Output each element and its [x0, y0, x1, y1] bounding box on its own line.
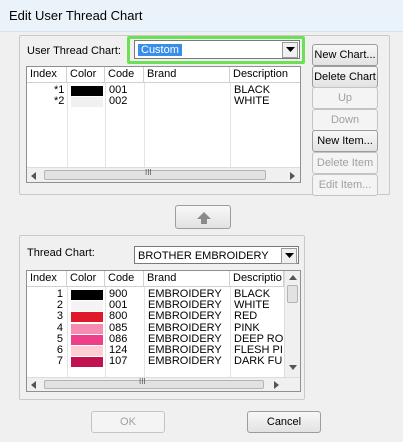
horizontal-scrollbar[interactable]: III	[27, 167, 300, 182]
vertical-scrollbar[interactable]	[284, 271, 300, 377]
column-header-brand[interactable]: Brand	[144, 67, 230, 83]
title-bar: Edit User Thread Chart	[0, 0, 403, 32]
ok-button[interactable]: OK	[91, 411, 165, 433]
down-button[interactable]: Down	[312, 109, 378, 131]
chevron-down-icon[interactable]	[282, 42, 298, 58]
color-swatch	[71, 312, 103, 323]
column-header-description[interactable]: Descriptio	[230, 271, 284, 287]
scroll-grip: III	[145, 168, 152, 177]
color-swatch	[71, 86, 103, 96]
scroll-thumb[interactable]	[287, 285, 298, 303]
scroll-left-icon[interactable]	[31, 381, 36, 389]
scroll-down-icon[interactable]	[289, 365, 297, 370]
scroll-right-icon[interactable]	[274, 381, 279, 389]
column-header-index[interactable]: Index	[27, 271, 67, 287]
edit-item-button[interactable]: Edit Item...	[312, 174, 378, 196]
cancel-button[interactable]: Cancel	[247, 411, 321, 433]
user-thread-chart-dropdown[interactable]: Custom	[134, 40, 300, 59]
scroll-up-icon[interactable]	[289, 275, 297, 280]
scroll-grip: III	[139, 377, 146, 386]
column-header-code[interactable]: Code	[105, 67, 144, 83]
move-up-button[interactable]	[175, 205, 231, 229]
thread-chart-label: Thread Chart:	[27, 247, 95, 259]
color-swatch	[71, 323, 103, 334]
user-thread-chart-selected: Custom	[138, 44, 182, 56]
scroll-thumb[interactable]	[44, 380, 264, 389]
column-header-color[interactable]: Color	[67, 271, 105, 287]
up-arrow-icon	[197, 212, 211, 224]
color-swatch	[71, 290, 103, 300]
scroll-left-icon[interactable]	[31, 172, 36, 180]
window-title: Edit User Thread Chart	[9, 8, 143, 23]
column-header-description[interactable]: Description	[230, 67, 300, 83]
column-header-brand[interactable]: Brand	[144, 271, 230, 287]
new-chart-button[interactable]: New Chart...	[312, 44, 378, 66]
color-swatch	[71, 301, 103, 312]
color-swatch	[71, 357, 103, 368]
chevron-down-icon[interactable]	[281, 248, 297, 264]
delete-chart-button[interactable]: Delete Chart	[312, 66, 378, 88]
delete-item-button[interactable]: Delete Item	[312, 152, 378, 174]
column-header-code[interactable]: Code	[105, 271, 144, 287]
color-swatch	[71, 97, 103, 107]
column-header-color[interactable]: Color	[67, 67, 105, 83]
scroll-right-icon[interactable]	[290, 172, 295, 180]
column-header-index[interactable]: Index	[27, 67, 67, 83]
up-button[interactable]: Up	[312, 87, 378, 109]
user-thread-list[interactable]: Index Color Code Brand Description *1 00…	[26, 66, 301, 183]
color-swatch	[71, 346, 103, 356]
horizontal-scrollbar[interactable]: III	[27, 377, 300, 391]
thread-chart-dropdown[interactable]: BROTHER EMBROIDERY	[134, 246, 299, 264]
thread-chart-selected: BROTHER EMBROIDERY	[138, 250, 269, 262]
thread-chart-list[interactable]: Index Color Code Brand Descriptio 1 900 EM…	[26, 270, 301, 392]
scroll-thumb[interactable]	[44, 170, 266, 180]
new-item-button[interactable]: New Item...	[312, 130, 378, 152]
user-thread-chart-label: User Thread Chart:	[27, 45, 121, 57]
color-swatch	[71, 334, 103, 345]
